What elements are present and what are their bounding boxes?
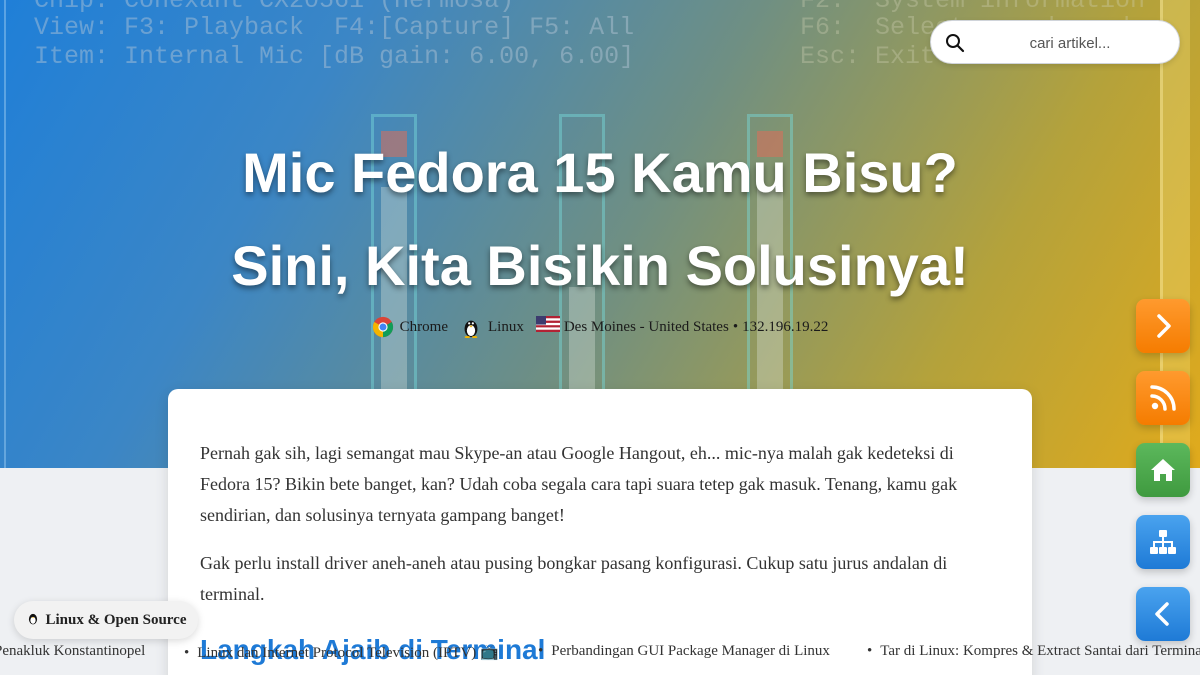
meta-location-label: Des Moines - United States	[563, 318, 729, 335]
next-article-button[interactable]	[1136, 299, 1190, 353]
meta-os: Linux	[460, 316, 524, 339]
home-icon	[1151, 459, 1175, 481]
tux-icon	[26, 611, 40, 630]
meta-browser-label: Chrome	[399, 318, 448, 335]
tux-icon	[460, 316, 482, 339]
search-input[interactable]	[975, 27, 1165, 59]
visitor-meta: Chrome Linux Des Moines - United States …	[0, 316, 1200, 339]
meta-browser: Chrome	[372, 316, 448, 338]
chrome-icon	[372, 316, 394, 338]
news-ticker: Penakluk Konstantinopel • Linux dan Inter…	[0, 640, 1200, 666]
page-title-line1: Mic Fedora 15 Kamu Bisu?	[242, 141, 958, 204]
terminal-line-view: View: F3: Playback F4:[Capture] F5: All	[34, 13, 635, 42]
article-paragraph: Gak perlu install driver aneh-aneh atau …	[200, 553, 948, 604]
terminal-right-esc: Esc: Exit	[800, 42, 936, 71]
page-title-line2: Sini, Kita Bisikin Solusinya!	[231, 234, 969, 297]
search-box[interactable]	[930, 20, 1180, 64]
article-paragraph: Pernah gak sih, lagi semangat mau Skype-…	[200, 443, 958, 525]
ticker-link[interactable]: • Perbandingan GUI Package Manager di Lin…	[538, 643, 830, 660]
back-button[interactable]	[1136, 587, 1190, 641]
rss-feed-button[interactable]	[1136, 371, 1190, 425]
ticker-link[interactable]: Penakluk Konstantinopel	[0, 643, 145, 660]
rss-icon	[1150, 385, 1176, 411]
home-button[interactable]	[1136, 443, 1190, 497]
terminal-line-item: Item: Internal Mic [dB gain: 6.00, 6.00]	[34, 42, 635, 71]
us-flag-icon	[535, 316, 560, 338]
meta-location: Des Moines - United States • 132.196.19.…	[535, 316, 829, 338]
meta-os-label: Linux	[487, 318, 524, 335]
article-card: Pernah gak sih, lagi semangat mau Skype-…	[168, 389, 1032, 675]
category-badge[interactable]: Linux & Open Source	[14, 601, 198, 639]
ticker-link[interactable]: • Linux dan Internet Protocol Television …	[184, 643, 499, 662]
meta-ip-label: 132.196.19.22	[742, 318, 829, 335]
chevron-right-icon	[1157, 314, 1171, 338]
hero-decor-line	[4, 0, 6, 468]
category-label: Linux & Open Source	[45, 611, 187, 628]
ticker-link[interactable]: • Tar di Linux: Kompres & Extract Santai …	[867, 643, 1200, 660]
meta-separator: •	[732, 318, 739, 335]
sitemap-button[interactable]	[1136, 515, 1190, 569]
chevron-left-icon	[1155, 602, 1169, 626]
sitemap-icon	[1150, 530, 1176, 554]
search-icon[interactable]	[945, 33, 965, 53]
